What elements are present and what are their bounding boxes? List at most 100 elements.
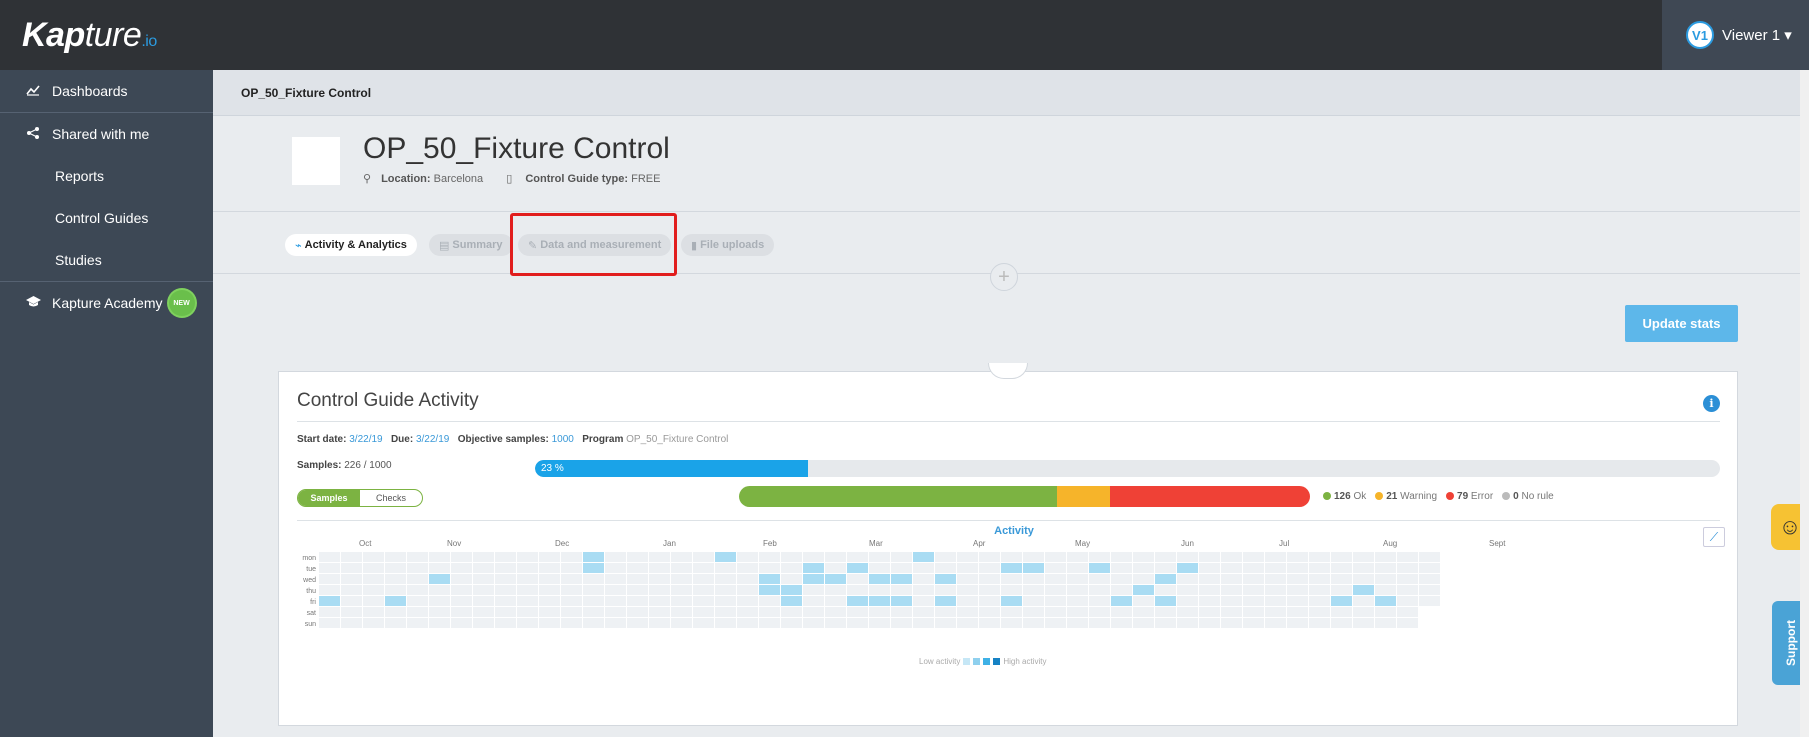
heatmap-cell[interactable] <box>1045 585 1066 595</box>
heatmap-cell[interactable] <box>1353 552 1374 562</box>
heatmap-cell[interactable] <box>1331 618 1352 628</box>
heatmap-cell[interactable] <box>759 574 780 584</box>
heatmap-cell[interactable] <box>1265 552 1286 562</box>
heatmap-cell[interactable] <box>1177 618 1198 628</box>
heatmap-cell[interactable] <box>1089 574 1110 584</box>
heatmap-cell[interactable] <box>1023 563 1044 573</box>
heatmap-cell[interactable] <box>429 574 450 584</box>
sidebar-item-shared[interactable]: Shared with me <box>0 113 213 155</box>
heatmap-cell[interactable] <box>1287 596 1308 606</box>
heatmap-cell[interactable] <box>1045 552 1066 562</box>
user-menu[interactable]: V1 Viewer 1 ▾ <box>1662 0 1809 70</box>
heatmap-cell[interactable] <box>1089 585 1110 595</box>
heatmap-cell[interactable] <box>913 552 934 562</box>
heatmap-cell[interactable] <box>1309 618 1330 628</box>
heatmap-cell[interactable] <box>473 574 494 584</box>
heatmap-cell[interactable] <box>539 596 560 606</box>
heatmap-cell[interactable] <box>1133 607 1154 617</box>
tab-summary[interactable]: ▤ Summary <box>429 234 513 256</box>
heatmap-cell[interactable] <box>1309 585 1330 595</box>
heatmap-cell[interactable] <box>429 585 450 595</box>
heatmap-cell[interactable] <box>1265 563 1286 573</box>
heatmap-cell[interactable] <box>913 585 934 595</box>
heatmap-cell[interactable] <box>1397 563 1418 573</box>
heatmap-cell[interactable] <box>913 618 934 628</box>
heatmap-cell[interactable] <box>1243 585 1264 595</box>
heatmap-cell[interactable] <box>1353 563 1374 573</box>
heatmap-cell[interactable] <box>671 585 692 595</box>
heatmap-cell[interactable] <box>1067 607 1088 617</box>
heatmap-cell[interactable] <box>1111 552 1132 562</box>
heatmap-cell[interactable] <box>671 552 692 562</box>
heatmap-cell[interactable] <box>627 618 648 628</box>
heatmap-cell[interactable] <box>473 585 494 595</box>
heatmap-cell[interactable] <box>1331 563 1352 573</box>
heatmap-cell[interactable] <box>847 607 868 617</box>
heatmap-cell[interactable] <box>979 585 1000 595</box>
heatmap-cell[interactable] <box>429 563 450 573</box>
heatmap-cell[interactable] <box>451 585 472 595</box>
heatmap-cell[interactable] <box>1419 574 1440 584</box>
heatmap-cell[interactable] <box>891 563 912 573</box>
heatmap-cell[interactable] <box>649 574 670 584</box>
heatmap-cell[interactable] <box>979 596 1000 606</box>
heatmap-cell[interactable] <box>671 574 692 584</box>
heatmap-cell[interactable] <box>1155 596 1176 606</box>
sidebar-item-studies[interactable]: Studies <box>0 239 213 281</box>
heatmap-cell[interactable] <box>803 574 824 584</box>
heatmap-cell[interactable] <box>781 563 802 573</box>
heatmap-cell[interactable] <box>1309 607 1330 617</box>
heatmap-cell[interactable] <box>1133 596 1154 606</box>
heatmap-cell[interactable] <box>583 618 604 628</box>
heatmap-cell[interactable] <box>451 607 472 617</box>
heatmap-cell[interactable] <box>825 552 846 562</box>
heatmap-cell[interactable] <box>1067 563 1088 573</box>
heatmap-cell[interactable] <box>341 585 362 595</box>
toggle-samples[interactable]: Samples <box>298 490 360 506</box>
heatmap-cell[interactable] <box>561 607 582 617</box>
heatmap-cell[interactable] <box>869 552 890 562</box>
heatmap-cell[interactable] <box>1133 552 1154 562</box>
heatmap-cell[interactable] <box>847 596 868 606</box>
heatmap-cell[interactable] <box>1331 596 1352 606</box>
heatmap-cell[interactable] <box>1001 596 1022 606</box>
heatmap-cell[interactable] <box>473 607 494 617</box>
heatmap-cell[interactable] <box>1155 552 1176 562</box>
heatmap-cell[interactable] <box>451 618 472 628</box>
heatmap-cell[interactable] <box>429 552 450 562</box>
heatmap-cell[interactable] <box>319 574 340 584</box>
heatmap-cell[interactable] <box>781 585 802 595</box>
heatmap-cell[interactable] <box>1023 596 1044 606</box>
heatmap-cell[interactable] <box>671 563 692 573</box>
heatmap-cell[interactable] <box>1199 618 1220 628</box>
heatmap-cell[interactable] <box>495 574 516 584</box>
heatmap-cell[interactable] <box>759 563 780 573</box>
heatmap-cell[interactable] <box>1243 596 1264 606</box>
heatmap-cell[interactable] <box>737 552 758 562</box>
heatmap-cell[interactable] <box>649 552 670 562</box>
heatmap-cell[interactable] <box>979 618 1000 628</box>
heatmap-cell[interactable] <box>1353 574 1374 584</box>
heatmap-cell[interactable] <box>1353 585 1374 595</box>
heatmap-cell[interactable] <box>517 585 538 595</box>
heatmap-cell[interactable] <box>737 596 758 606</box>
samples-checks-toggle[interactable]: Samples Checks <box>297 489 423 507</box>
heatmap-cell[interactable] <box>539 563 560 573</box>
toggle-checks[interactable]: Checks <box>360 490 422 506</box>
heatmap-cell[interactable] <box>539 585 560 595</box>
heatmap-cell[interactable] <box>1177 563 1198 573</box>
heatmap-cell[interactable] <box>1155 574 1176 584</box>
heatmap-cell[interactable] <box>407 563 428 573</box>
heatmap-cell[interactable] <box>759 552 780 562</box>
heatmap-cell[interactable] <box>1155 607 1176 617</box>
heatmap-cell[interactable] <box>781 618 802 628</box>
heatmap-cell[interactable] <box>737 607 758 617</box>
heatmap-cell[interactable] <box>891 585 912 595</box>
heatmap-cell[interactable] <box>1111 596 1132 606</box>
heatmap-cell[interactable] <box>825 585 846 595</box>
heatmap-cell[interactable] <box>1309 574 1330 584</box>
heatmap-cell[interactable] <box>1067 618 1088 628</box>
heatmap-cell[interactable] <box>715 552 736 562</box>
heatmap-cell[interactable] <box>1111 618 1132 628</box>
heatmap-cell[interactable] <box>517 607 538 617</box>
